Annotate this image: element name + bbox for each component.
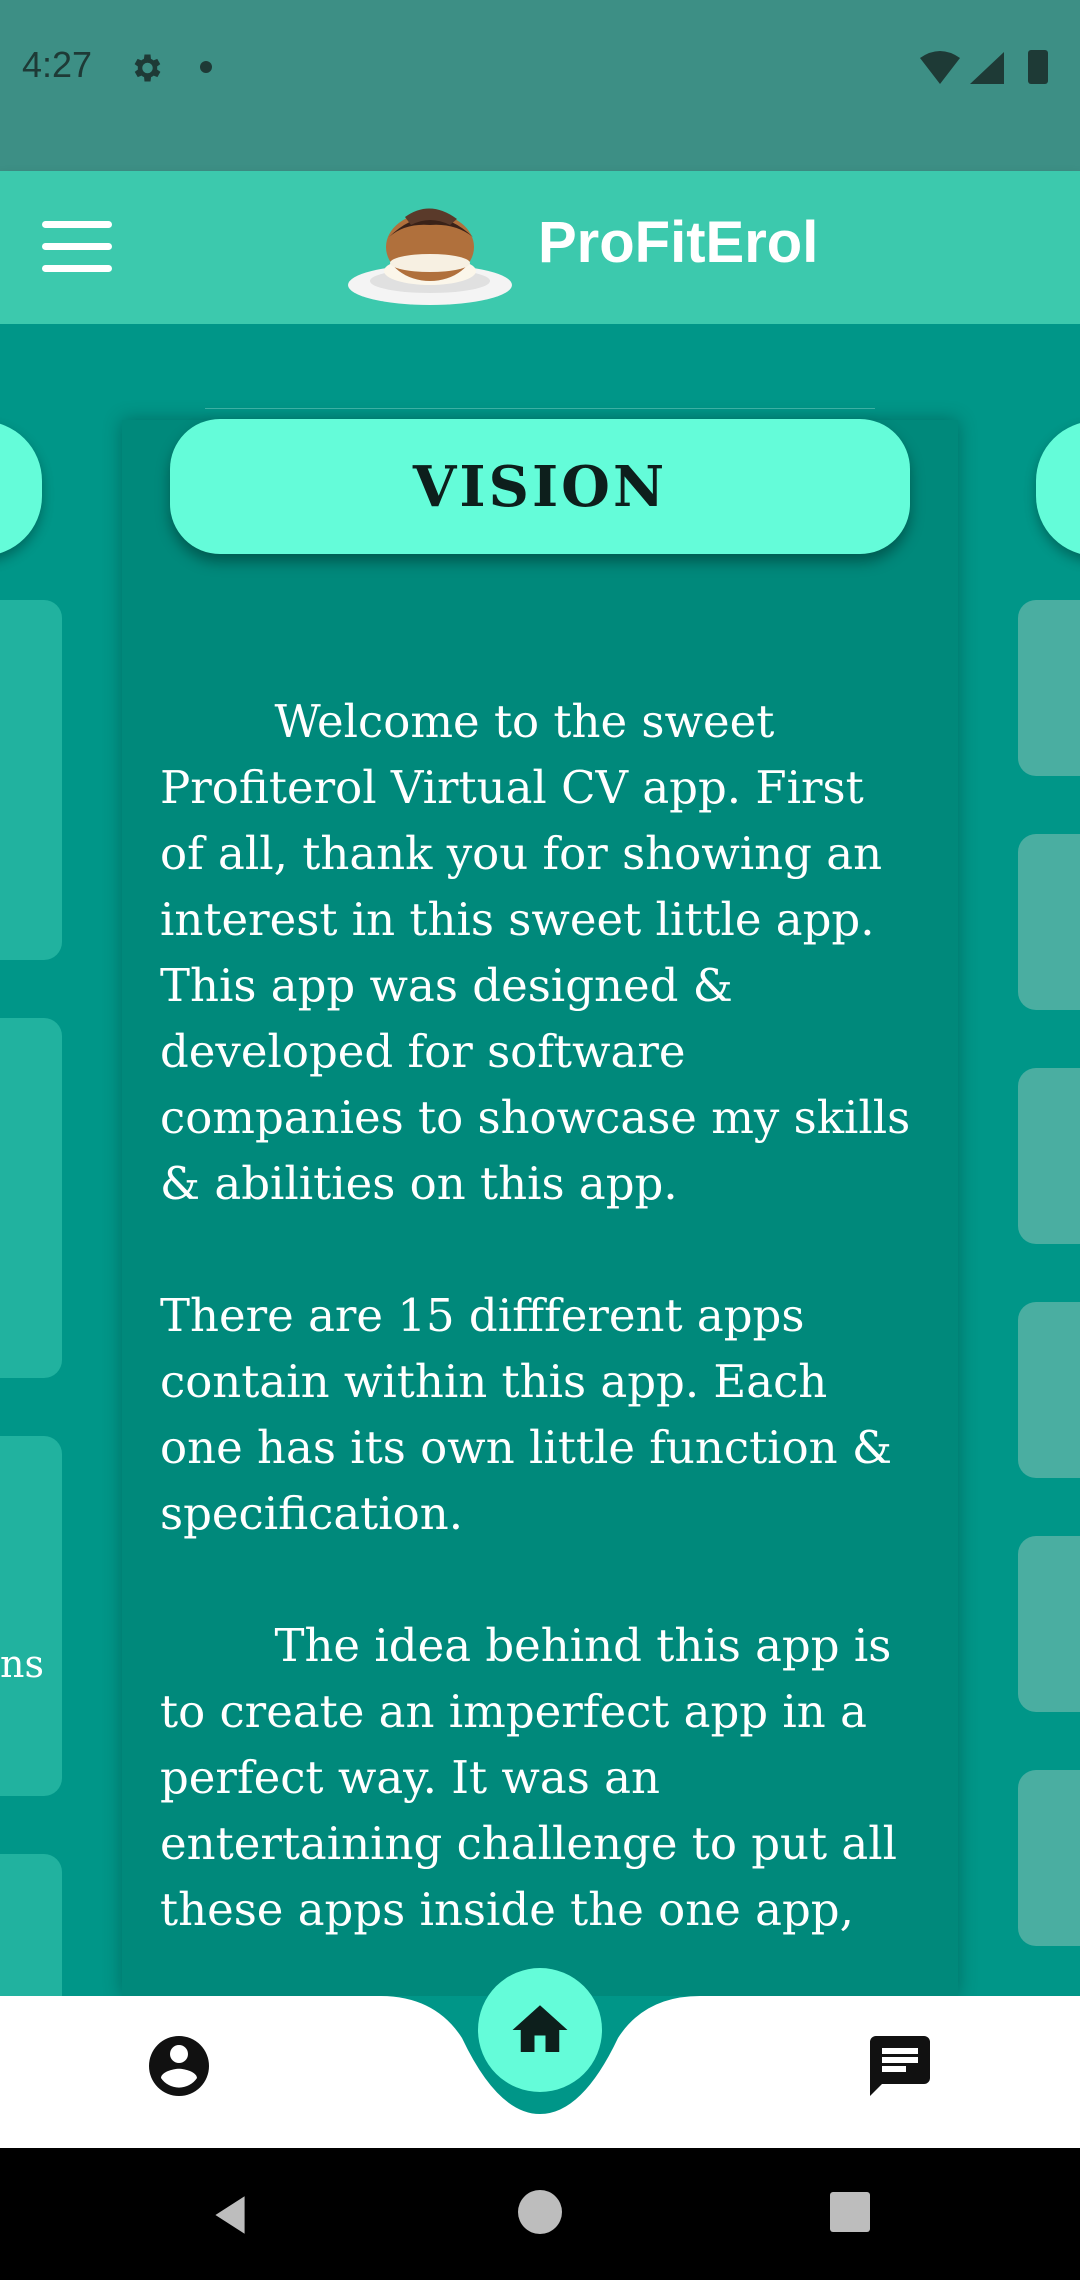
home-circle-icon[interactable] [518, 2190, 562, 2234]
profile-icon[interactable] [143, 2030, 215, 2102]
right-card-tile[interactable] [1018, 1068, 1080, 1244]
recents-icon[interactable] [830, 2192, 870, 2232]
left-card-tile[interactable] [0, 1436, 62, 1796]
right-card-tile[interactable] [1018, 1770, 1080, 1946]
home-icon [512, 2005, 568, 2052]
wifi-icon [920, 51, 960, 84]
vision-card-header: VISION [170, 419, 910, 554]
home-button[interactable] [478, 1968, 602, 2092]
gear-icon [134, 54, 161, 82]
vision-text: Welcome to the sweet Profiterol Virtual … [160, 689, 920, 1996]
status-time: 4:27 [22, 44, 93, 85]
status-bar: 4:27 [0, 0, 1080, 171]
profiterole-logo [348, 208, 512, 305]
left-card-header[interactable] [0, 421, 42, 556]
back-icon[interactable] [205, 2190, 255, 2240]
right-card-tile[interactable] [1018, 834, 1080, 1010]
left-card-tile[interactable] [0, 1018, 62, 1378]
right-card-tile[interactable] [1018, 1536, 1080, 1712]
connectivity-icons [920, 50, 1048, 84]
vision-paragraph-2: There are 15 diffferent apps contain wit… [160, 1289, 907, 1540]
vision-title: VISION [412, 453, 668, 520]
left-card-tile[interactable] [0, 600, 62, 960]
notification-dot-icon [200, 61, 212, 73]
main-carousel[interactable]: ns VISION Welcome to the sweet Profitero… [0, 324, 1080, 1996]
right-card-header[interactable] [1036, 421, 1080, 556]
left-card-text-fragment: ns [0, 1642, 44, 1686]
hamburger-menu-icon[interactable] [42, 221, 112, 273]
card-divider [205, 408, 875, 409]
left-card-tile[interactable] [0, 1854, 62, 1996]
chat-icon[interactable] [864, 2030, 936, 2102]
vision-paragraph-1: Welcome to the sweet Profiterol Virtual … [160, 695, 925, 1210]
vision-paragraph-3: The idea behind this app is to create an… [160, 1619, 912, 1936]
system-navigation-bar [0, 2148, 1080, 2280]
battery-icon [1028, 50, 1048, 84]
signal-icon [970, 52, 1004, 84]
right-card-tile[interactable] [1018, 1302, 1080, 1478]
right-card-tile[interactable] [1018, 600, 1080, 776]
app-title: ProFitErol [538, 210, 819, 275]
app-bar: ProFitErol [0, 171, 1080, 324]
